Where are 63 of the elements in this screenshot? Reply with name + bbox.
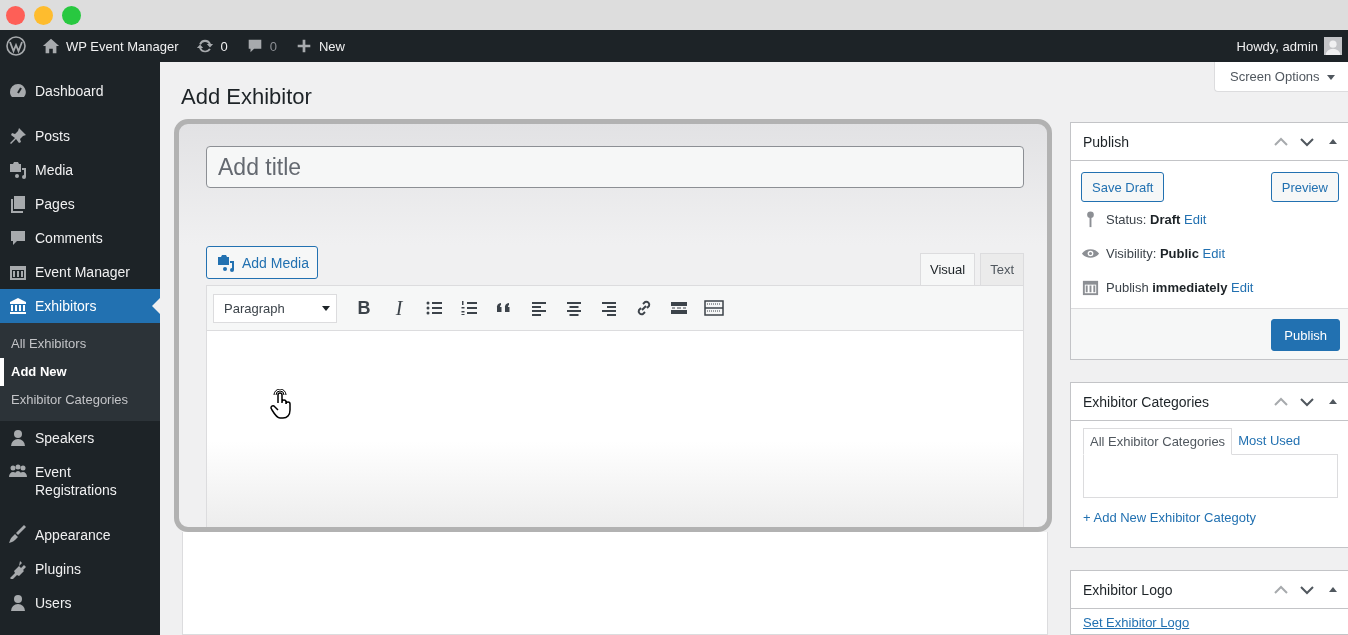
comment-icon — [8, 228, 28, 248]
meta-box-title: Publish — [1083, 133, 1129, 150]
publish-setting-text: Visibility: Public Edit — [1106, 245, 1225, 261]
meta-box-title: Exhibitor Logo — [1083, 581, 1173, 598]
set-logo-link[interactable]: Set Exhibitor Logo — [1071, 609, 1348, 634]
new-link[interactable]: New — [318, 38, 345, 54]
plug-icon — [8, 559, 28, 579]
toolbar-toggle-icon[interactable] — [704, 298, 724, 318]
bold-button[interactable]: B — [354, 296, 374, 320]
format-select[interactable]: Paragraph — [213, 293, 337, 323]
category-tab[interactable]: Most Used — [1232, 428, 1307, 454]
sidebar-item[interactable]: Exhibitors — [0, 289, 160, 323]
brush-icon — [8, 525, 28, 545]
publish-setting-text: Publish immediately Edit — [1106, 279, 1254, 295]
caret-icon — [321, 303, 331, 313]
submenu-item[interactable]: Add New — [0, 358, 160, 386]
edit-link[interactable]: Edit — [1231, 279, 1254, 295]
updates-count[interactable]: 0 — [220, 38, 228, 54]
page-title: Add Exhibitor — [181, 84, 312, 110]
building-icon — [8, 296, 28, 316]
meta-box-title: Exhibitor Categories — [1083, 393, 1210, 410]
sidebar-item[interactable]: Appearance — [0, 518, 160, 552]
add-category-link[interactable]: + Add New Exhibitor Categoty — [1071, 498, 1348, 547]
sidebar-item[interactable]: Speakers — [0, 421, 160, 455]
wordpress-logo-icon[interactable] — [6, 36, 26, 56]
category-tab[interactable]: All Exhibitor Categories — [1083, 428, 1233, 455]
hand-cursor-icon — [269, 389, 293, 419]
home-icon — [42, 37, 60, 55]
numbered-list-icon[interactable] — [459, 298, 479, 318]
site-name[interactable]: WP Event Manager — [66, 38, 179, 54]
save-draft-button[interactable]: Save Draft — [1081, 172, 1165, 202]
sidebar-item[interactable]: Event Manager — [0, 255, 160, 289]
greeting-text[interactable]: Howdy, admin — [1236, 38, 1318, 54]
updates-icon[interactable] — [196, 37, 215, 55]
media-icon — [216, 252, 236, 273]
comments-count[interactable]: 0 — [269, 38, 277, 54]
sidebar-item[interactable]: Plugins — [0, 552, 160, 586]
sidebar-item[interactable]: Dashboard — [0, 74, 160, 108]
site-name-link[interactable]: WP Event Manager — [42, 37, 179, 55]
add-media-button[interactable]: Add Media — [206, 246, 318, 279]
publish-setting-text: Status: Draft Edit — [1106, 211, 1207, 227]
sidebar-item[interactable]: Users — [0, 586, 160, 620]
italic-button[interactable]: I — [389, 296, 409, 320]
submenu-item[interactable]: Exhibitor Categories — [0, 386, 160, 414]
sidebar-item[interactable]: Posts — [0, 119, 160, 153]
sidebar-item[interactable]: Pages — [0, 187, 160, 221]
submenu-item[interactable]: All Exhibitors — [0, 330, 160, 358]
sidebar-item[interactable]: Media — [0, 153, 160, 187]
screen-options-tab[interactable]: Screen Options — [1214, 62, 1348, 92]
media-icon — [8, 160, 28, 180]
sidebar-item[interactable]: Event Registrations — [0, 455, 160, 507]
pages-icon — [8, 194, 28, 214]
preview-button[interactable]: Preview — [1270, 172, 1339, 202]
sidebar-item[interactable]: Comments — [0, 221, 160, 255]
edit-link[interactable]: Edit — [1202, 245, 1225, 261]
pin-icon — [8, 126, 28, 146]
editor-tab[interactable]: Text — [980, 253, 1024, 285]
person-icon — [8, 593, 28, 613]
person-icon — [8, 428, 28, 448]
publish-button[interactable]: Publish — [1271, 319, 1340, 351]
edit-link[interactable]: Edit — [1184, 211, 1207, 227]
title-field[interactable]: Add title — [206, 146, 1024, 188]
editor-tab[interactable]: Visual — [919, 253, 976, 285]
